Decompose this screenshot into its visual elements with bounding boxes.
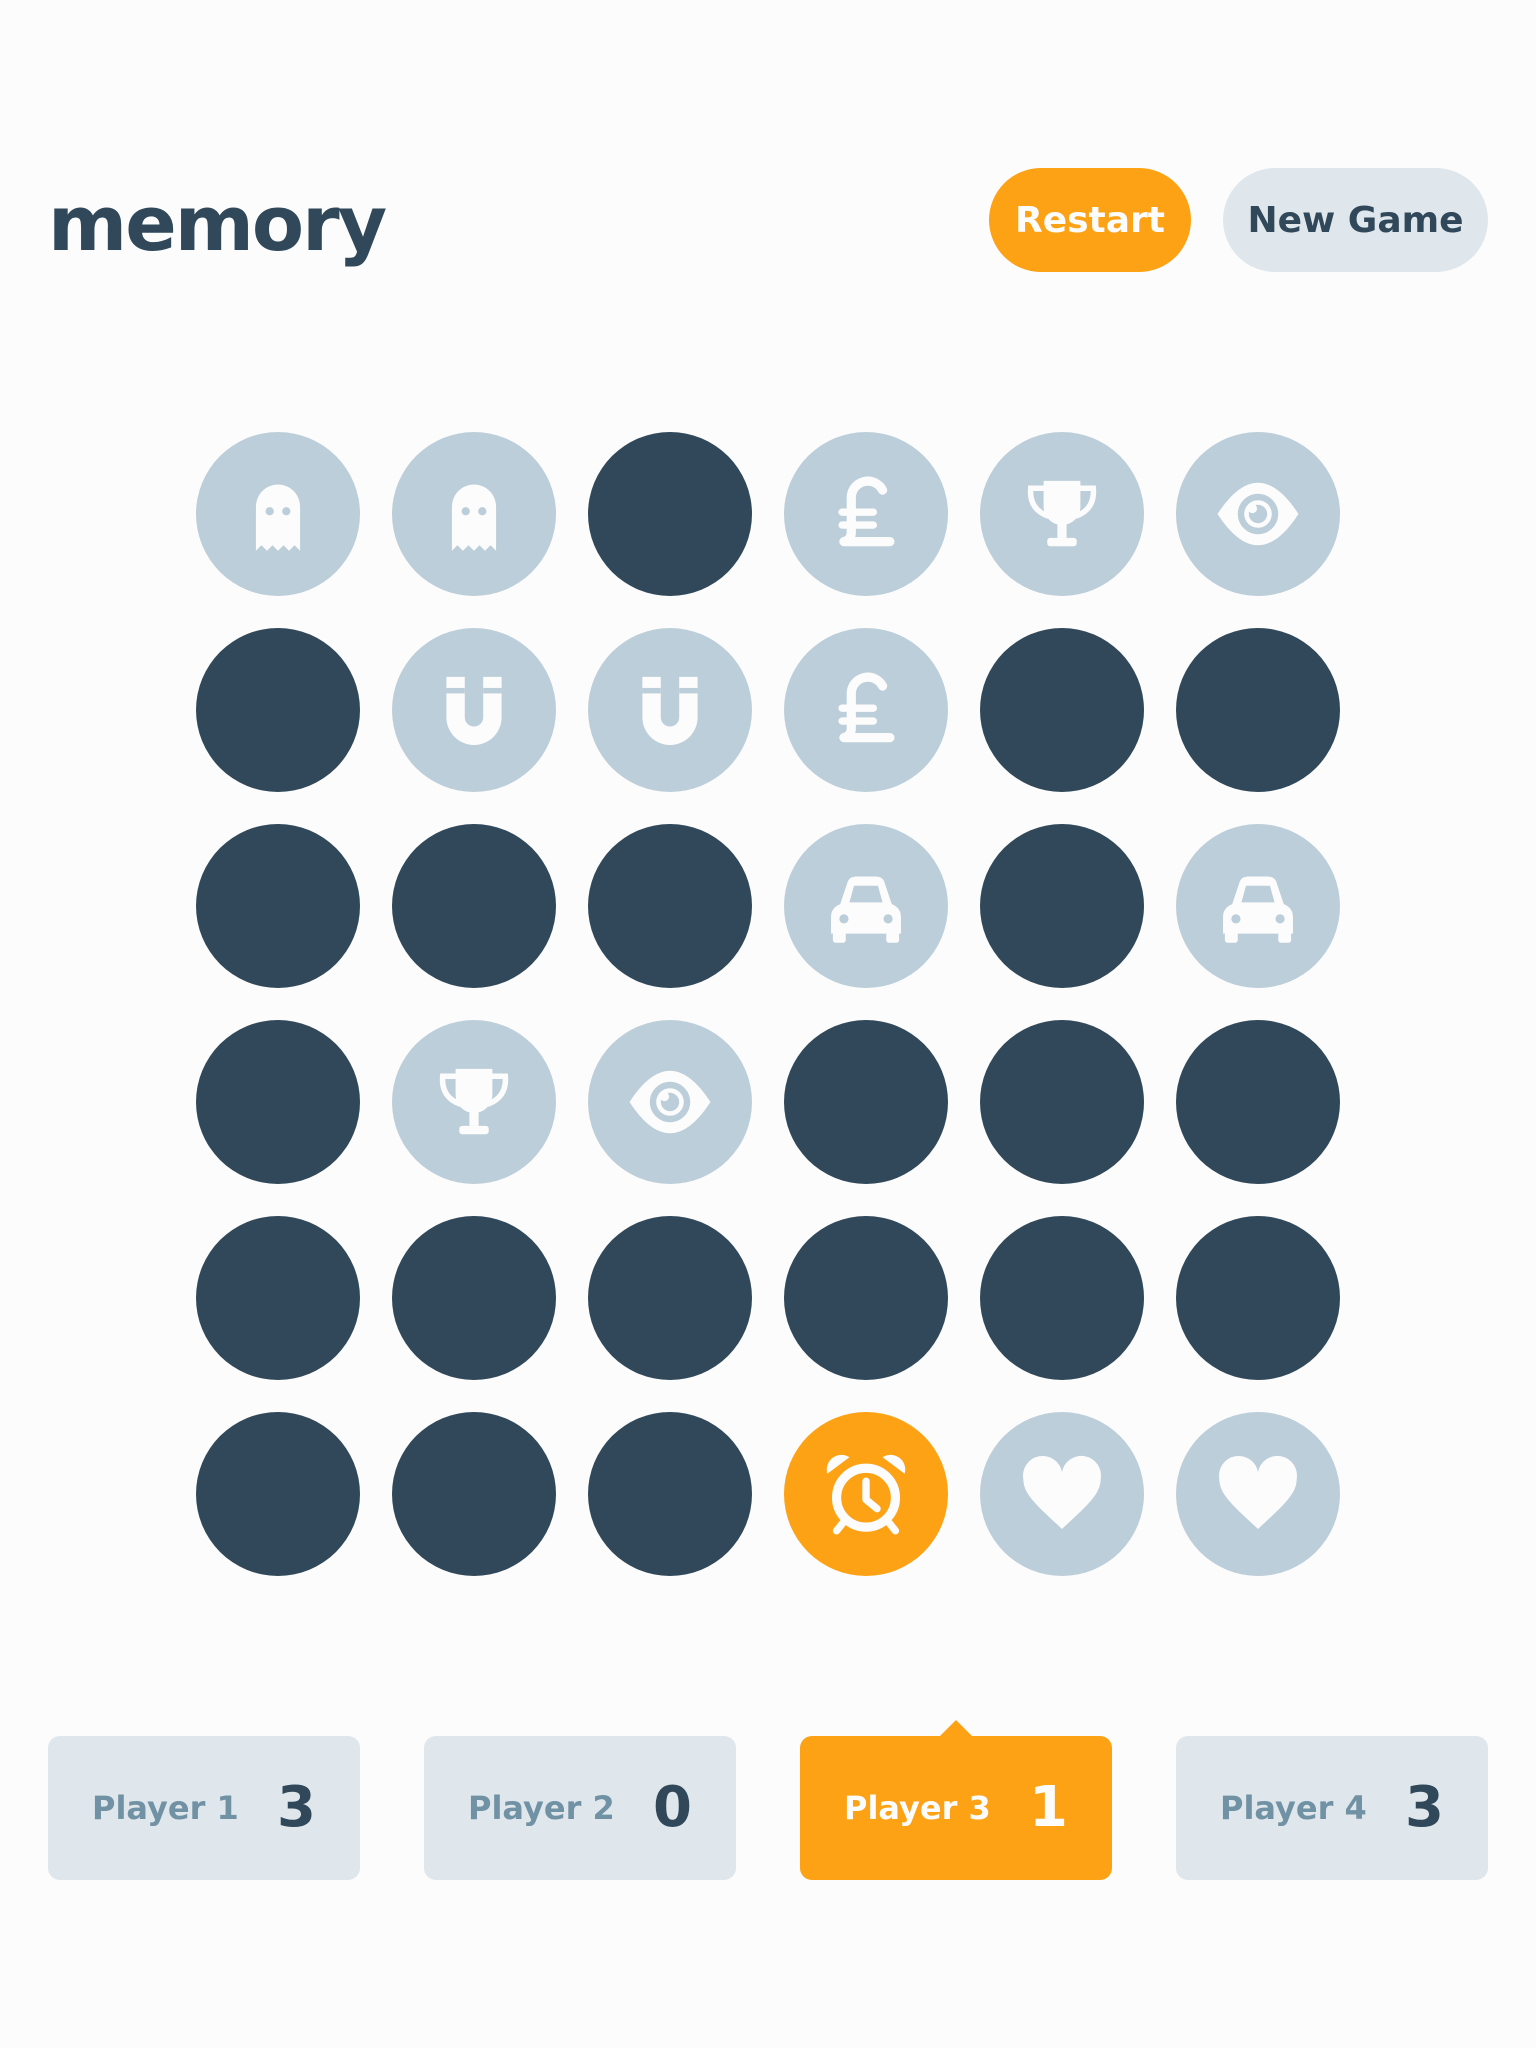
pound-sign-icon <box>820 468 912 560</box>
new-game-button[interactable]: New Game <box>1223 168 1488 272</box>
game-tile <box>784 824 948 988</box>
game-tile[interactable] <box>196 628 360 792</box>
magnet-icon <box>624 664 716 756</box>
game-tile <box>392 1020 556 1184</box>
eye-icon <box>624 1056 716 1148</box>
game-tile[interactable] <box>392 1412 556 1576</box>
car-icon <box>1212 860 1304 952</box>
trophy-icon <box>428 1056 520 1148</box>
game-tile <box>784 628 948 792</box>
game-tile <box>392 432 556 596</box>
car-icon <box>820 860 912 952</box>
game-board <box>196 432 1340 1576</box>
game-tile[interactable] <box>196 1020 360 1184</box>
game-tile[interactable] <box>980 1216 1144 1380</box>
ghost-icon <box>232 468 324 560</box>
game-tile <box>980 1412 1144 1576</box>
player-score: 1 <box>1029 1775 1068 1840</box>
top-bar: memory Restart New Game <box>0 0 1536 290</box>
game-tile[interactable] <box>784 1020 948 1184</box>
current-turn-indicator <box>940 1720 972 1736</box>
alarm-clock-icon <box>820 1448 912 1540</box>
heart-icon <box>1212 1448 1304 1540</box>
pound-sign-icon <box>820 664 912 756</box>
player-name: Player 1 <box>92 1789 239 1827</box>
trophy-icon <box>1016 468 1108 560</box>
game-tile <box>588 628 752 792</box>
player-score: 3 <box>277 1775 316 1840</box>
game-tile[interactable] <box>392 1216 556 1380</box>
game-tile <box>196 432 360 596</box>
eye-icon <box>1212 468 1304 560</box>
game-tile[interactable] <box>784 1216 948 1380</box>
ghost-icon <box>428 468 520 560</box>
player-score: 0 <box>653 1775 692 1840</box>
game-tile[interactable] <box>196 824 360 988</box>
game-tile[interactable] <box>1176 1216 1340 1380</box>
game-tile[interactable] <box>588 824 752 988</box>
game-tile <box>1176 1412 1340 1576</box>
game-tile[interactable] <box>980 1020 1144 1184</box>
magnet-icon <box>428 664 520 756</box>
player-card-3: Player 3 1 <box>800 1720 1112 1880</box>
player-name: Player 2 <box>468 1789 615 1827</box>
game-tile <box>784 432 948 596</box>
player-name: Player 3 <box>844 1789 991 1827</box>
game-tile <box>392 628 556 792</box>
player-card-2: Player 2 0 <box>424 1736 736 1880</box>
game-tile[interactable] <box>1176 1020 1340 1184</box>
heart-icon <box>1016 1448 1108 1540</box>
game-tile <box>784 1412 948 1576</box>
game-tile <box>1176 824 1340 988</box>
game-tile[interactable] <box>196 1216 360 1380</box>
game-tile <box>980 432 1144 596</box>
player-name: Player 4 <box>1220 1789 1367 1827</box>
game-tile[interactable] <box>196 1412 360 1576</box>
player-score: 3 <box>1405 1775 1444 1840</box>
game-tile[interactable] <box>588 1412 752 1576</box>
player-scoreboard: Player 1 3 Player 2 0 Player 3 1 Player … <box>48 1720 1488 1880</box>
game-tile <box>588 1020 752 1184</box>
game-logo: memory <box>48 179 387 268</box>
game-tile[interactable] <box>588 1216 752 1380</box>
player-card-4: Player 4 3 <box>1176 1736 1488 1880</box>
game-tile[interactable] <box>1176 628 1340 792</box>
game-tile[interactable] <box>392 824 556 988</box>
game-tile[interactable] <box>980 628 1144 792</box>
player-card-1: Player 1 3 <box>48 1736 360 1880</box>
game-tile[interactable] <box>980 824 1144 988</box>
restart-button[interactable]: Restart <box>989 168 1191 272</box>
game-tile[interactable] <box>588 432 752 596</box>
game-tile <box>1176 432 1340 596</box>
